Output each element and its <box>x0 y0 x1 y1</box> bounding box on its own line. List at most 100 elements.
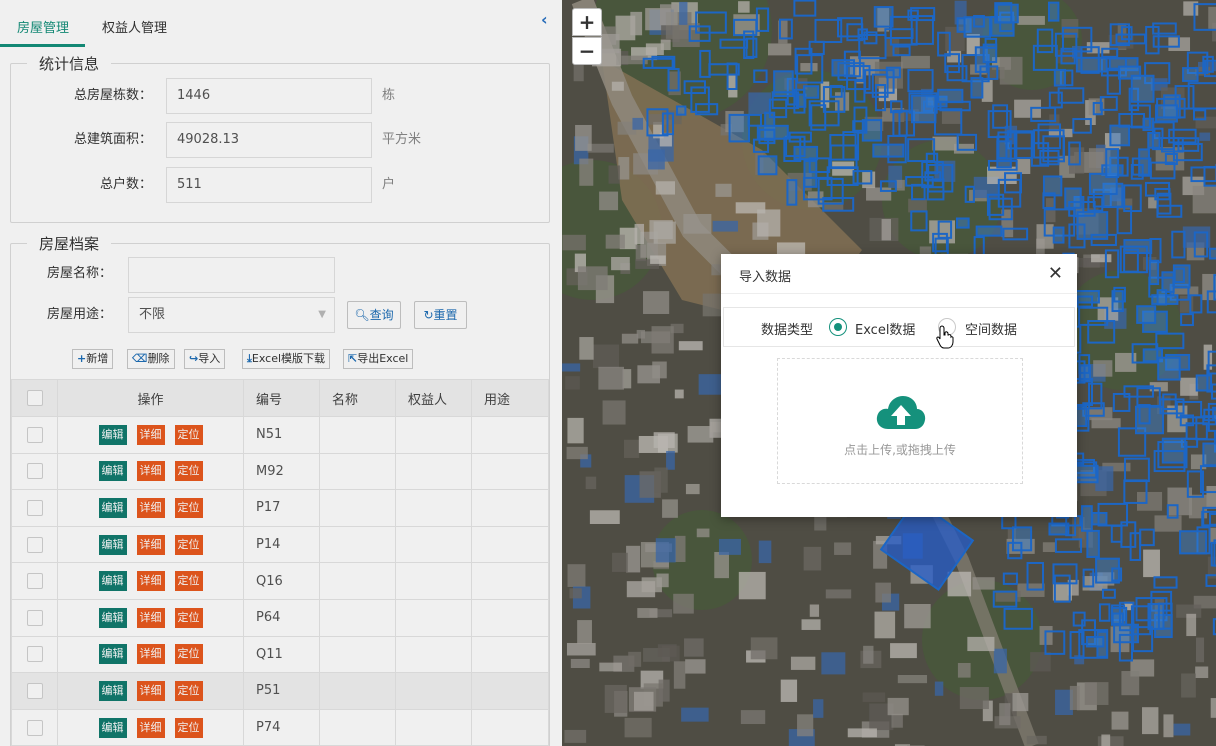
locate-button[interactable]: 定位 <box>174 461 203 482</box>
row-checkbox[interactable] <box>26 499 43 516</box>
row-select-cell[interactable] <box>11 489 58 527</box>
locate-button[interactable]: 定位 <box>174 424 203 445</box>
edit-button[interactable]: 编辑 <box>98 571 127 592</box>
row-checkbox[interactable] <box>26 719 43 736</box>
cell-owner <box>395 416 472 454</box>
query-button[interactable]: 🔍︎查询 <box>347 301 401 329</box>
add-button[interactable]: +新增 <box>72 349 114 369</box>
row-checkbox[interactable] <box>26 573 43 590</box>
row-select-cell[interactable] <box>11 562 58 600</box>
detail-button[interactable]: 详细 <box>136 497 165 518</box>
detail-button[interactable]: 详细 <box>136 461 165 482</box>
stat-value-buildings: 1446 <box>166 78 372 114</box>
cell-code: Q16 <box>243 562 320 600</box>
select-all-header[interactable] <box>11 379 58 417</box>
detail-button[interactable]: 详细 <box>136 571 165 592</box>
table-row[interactable]: 编辑 详细 定位 N51 <box>11 416 549 454</box>
locate-button[interactable]: 定位 <box>174 680 203 701</box>
row-select-cell[interactable] <box>11 635 58 674</box>
table-row[interactable]: 编辑 详细 定位 P64 <box>11 598 549 637</box>
import-data-dialog: 导入数据 ✕ 数据类型 Excel数据 空间数据 点击上传,或拖拽上传 <box>721 254 1077 517</box>
table-header-row: 操作 编号 名称 权益人 用途 <box>11 379 549 417</box>
select-all-checkbox[interactable] <box>26 390 43 406</box>
table-row[interactable]: 编辑 详细 定位 P51 <box>11 672 549 710</box>
cell-code: N51 <box>243 416 320 454</box>
stat-unit-buildings: 栋 <box>382 88 396 103</box>
edit-button[interactable]: 编辑 <box>98 717 127 738</box>
house-usage-select[interactable]: 不限 ▼ <box>128 297 335 333</box>
detail-button[interactable]: 详细 <box>136 534 165 555</box>
upload-hint-text: 点击上传,或拖拽上传 <box>844 443 956 457</box>
cell-owner <box>395 452 472 491</box>
locate-button[interactable]: 定位 <box>174 607 203 628</box>
left-panel: 房屋管理 权益人管理 ‹ 统计信息 总房屋栋数： 1446 栋 总建筑面积： 4… <box>0 0 562 746</box>
header-actions: 操作 <box>57 379 244 417</box>
reset-button[interactable]: ↻重置 <box>414 301 467 329</box>
table-row[interactable]: 编辑 详细 定位 P17 <box>11 489 549 527</box>
hand-cursor-icon <box>936 325 954 349</box>
cell-name <box>319 635 396 674</box>
radio-spatial-label[interactable]: 空间数据 <box>965 319 1017 338</box>
house-name-input[interactable] <box>128 257 335 293</box>
tab-owner-management[interactable]: 权益人管理 <box>102 17 167 36</box>
close-icon[interactable]: ✕ <box>1048 263 1063 284</box>
table-row[interactable]: 编辑 详细 定位 Q16 <box>11 562 549 600</box>
row-checkbox[interactable] <box>26 609 43 626</box>
import-button[interactable]: ↪导入 <box>184 349 226 369</box>
row-actions: 编辑 详细 定位 <box>57 672 244 710</box>
cell-code: P74 <box>243 708 320 746</box>
detail-button[interactable]: 详细 <box>136 717 165 738</box>
detail-button[interactable]: 详细 <box>136 607 165 628</box>
locate-button[interactable]: 定位 <box>174 497 203 518</box>
edit-button[interactable]: 编辑 <box>98 534 127 555</box>
zoom-in-button[interactable]: + <box>572 8 602 36</box>
locate-button[interactable]: 定位 <box>174 644 203 665</box>
header-usage: 用途 <box>471 379 549 417</box>
tab-house-management[interactable]: 房屋管理 <box>17 17 69 36</box>
house-usage-label: 房屋用途： <box>46 307 112 322</box>
delete-button[interactable]: ⌫删除 <box>127 349 175 369</box>
house-archive-title: 房屋档案 <box>39 235 100 253</box>
header-code: 编号 <box>243 379 320 417</box>
table-row[interactable]: 编辑 详细 定位 P74 <box>11 708 549 746</box>
detail-button[interactable]: 详细 <box>136 644 165 665</box>
cell-usage <box>471 598 549 637</box>
table-row[interactable]: 编辑 详细 定位 Q11 <box>11 635 549 674</box>
row-checkbox[interactable] <box>26 682 43 699</box>
cell-usage <box>471 452 549 491</box>
row-select-cell[interactable] <box>11 416 58 454</box>
cell-name <box>319 598 396 637</box>
radio-excel-label[interactable]: Excel数据 <box>855 319 915 338</box>
locate-button[interactable]: 定位 <box>174 571 203 592</box>
zoom-out-button[interactable]: − <box>572 37 602 65</box>
row-select-cell[interactable] <box>11 598 58 637</box>
edit-button[interactable]: 编辑 <box>98 424 127 445</box>
house-name-label: 房屋名称： <box>46 266 112 281</box>
row-checkbox[interactable] <box>26 536 43 553</box>
row-checkbox[interactable] <box>26 646 43 663</box>
edit-button[interactable]: 编辑 <box>98 497 127 518</box>
collapse-panel-icon[interactable]: ‹ <box>541 10 548 29</box>
upload-dropzone[interactable]: 点击上传,或拖拽上传 <box>777 358 1023 484</box>
download-template-button[interactable]: ⤓Excel模版下载 <box>242 349 331 369</box>
edit-button[interactable]: 编辑 <box>98 461 127 482</box>
cloud-upload-icon <box>876 396 926 429</box>
edit-button[interactable]: 编辑 <box>98 644 127 665</box>
export-excel-button[interactable]: ⇱导出Excel <box>343 349 414 369</box>
detail-button[interactable]: 详细 <box>136 680 165 701</box>
detail-button[interactable]: 详细 <box>136 424 165 445</box>
edit-button[interactable]: 编辑 <box>98 680 127 701</box>
row-select-cell[interactable] <box>11 525 58 564</box>
locate-button[interactable]: 定位 <box>174 534 203 555</box>
row-checkbox[interactable] <box>26 463 43 480</box>
table-row[interactable]: 编辑 详细 定位 M92 <box>11 452 549 491</box>
row-select-cell[interactable] <box>11 672 58 710</box>
row-actions: 编辑 详细 定位 <box>57 489 244 527</box>
row-select-cell[interactable] <box>11 708 58 746</box>
edit-button[interactable]: 编辑 <box>98 607 127 628</box>
row-select-cell[interactable] <box>11 452 58 491</box>
locate-button[interactable]: 定位 <box>174 717 203 738</box>
table-row[interactable]: 编辑 详细 定位 P14 <box>11 525 549 564</box>
row-checkbox[interactable] <box>26 426 43 443</box>
radio-excel[interactable] <box>829 318 847 336</box>
